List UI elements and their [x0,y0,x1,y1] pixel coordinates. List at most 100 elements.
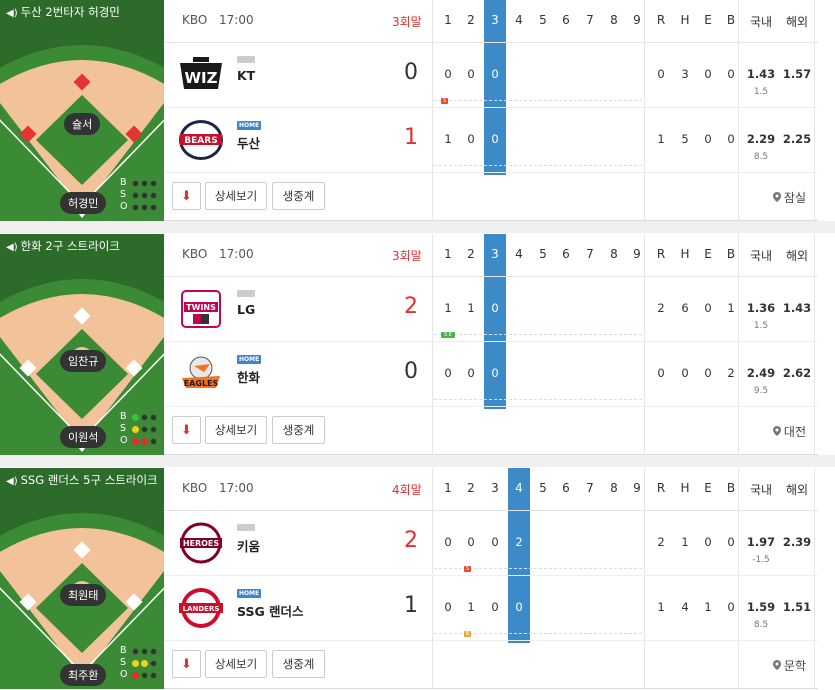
batter-name: 허경민 [60,192,107,214]
overseas-odds: 2.39 [782,535,812,549]
expand-arrow-icon[interactable]: ⬇ [172,650,201,678]
location-pin-icon [772,425,781,436]
count-dot [150,413,157,421]
expand-arrow-icon[interactable]: ⬇ [172,182,201,210]
game-card: ◀) 한화 2구 스트라이크 임찬규 이원석 B S O KBO 17:00 3회말 1 2 3 4 5 6 7… [0,234,818,455]
heroes-logo: HEROES [176,521,226,565]
status-text: 두산 2번타자 허경민 [20,5,120,19]
inning-header: 1 [444,247,452,261]
team-name: SSG 랜더스 [237,604,304,619]
count-dot [132,179,139,187]
speaker-icon[interactable]: ◀) [6,474,18,490]
stadium-name: 문학 [783,659,806,673]
inning-score: 0 [444,366,452,380]
card-separator [0,455,835,467]
domestic-odds: 1.97 [746,535,776,549]
team-row: HEROES 키움 2 0 0 0 2 2 1 0 0 1.97 -1.5 2.39 S [164,511,818,576]
stat-b: 0 [727,132,735,146]
team-row: EAGLES HOME 한화 0 0 0 0 0 0 0 2 2.49 9.5 2.62 [164,342,818,407]
bears-logo: BEARS [176,118,226,162]
inning-header: 8 [610,13,618,27]
expand-arrow-icon[interactable]: ⬇ [172,416,201,444]
odds-header: 국내 [749,15,773,29]
count-dot [141,203,148,211]
count-dot [150,659,157,667]
stat-header: B [726,247,736,261]
scoreboard: KBO 17:00 3회말 1 2 3 4 5 6 7 8 9 R H E B 국내 해외 WIZ KT 0 0 0 0 0 3 0… [164,0,818,221]
count-dot [132,437,139,445]
inning-header: 6 [562,247,570,261]
bso-indicator: BSO [120,177,159,213]
game-footer: ⬇ 상세보기 생중계 잠실 [164,174,818,221]
stat-e: 0 [704,67,712,81]
inning-header: 3 [491,13,499,27]
count-dot [132,425,139,433]
odds-header: 국내 [749,483,773,497]
stat-r: 2 [657,535,665,549]
bso-label: O [120,669,128,680]
handicap-value: 9.5 [753,386,769,396]
live-status: ◀) 두산 2번타자 허경민 [6,4,160,22]
stat-header: E [704,13,712,27]
twins-logo: TWINS [176,287,226,331]
stat-h: 4 [681,600,689,614]
league-label: KBO [182,481,208,495]
svg-text:HEROES: HEROES [183,539,220,548]
bso-label: S [120,657,127,668]
speaker-icon[interactable]: ◀) [6,6,18,22]
stat-header: R [656,13,666,27]
count-dot [141,425,148,433]
score-header: KBO 17:00 3회말 1 2 3 4 5 6 7 8 9 R H E B 국내 해외 [164,234,818,277]
detail-button[interactable]: 상세보기 [205,182,267,210]
inning-header: 1 [444,13,452,27]
pitcher-name: 최원태 [60,584,107,606]
bso-label: S [120,189,127,200]
count-dot [132,413,139,421]
detail-button[interactable]: 상세보기 [205,416,267,444]
inning-header: 2 [467,247,475,261]
stat-b: 1 [727,301,735,315]
inning-score: 0 [444,535,452,549]
stat-header: E [704,247,712,261]
stat-header: B [726,481,736,495]
live-stream-button[interactable]: 생중계 [272,650,325,678]
handicap-value: -1.5 [752,555,770,565]
stat-r: 0 [657,67,665,81]
team-score: 1 [404,125,418,150]
stat-e: 1 [704,600,712,614]
inning-score: 0 [444,600,452,614]
odds-header: 해외 [785,483,809,497]
stat-h: 3 [681,67,689,81]
speaker-icon[interactable]: ◀) [6,240,18,256]
stat-e: 0 [704,132,712,146]
bso-label: O [120,435,128,446]
count-dot [150,671,157,679]
away-badge [237,290,255,297]
bso-label: B [120,177,127,188]
inning-status: 4회말 [392,483,422,497]
status-text: 한화 2구 스트라이크 [20,239,120,253]
count-dot [132,191,139,199]
game-card: ◀) 두산 2번타자 허경민 슐서 허경민 B S O KBO 17:00 3회말 1 2 3 4 5 6 7 8… [0,0,818,221]
card-separator [0,221,835,233]
count-dot [132,671,139,679]
svg-text:LANDERS: LANDERS [183,605,220,613]
inning-score: 1 [444,132,452,146]
inning-header: 4 [515,247,523,261]
live-stream-button[interactable]: 생중계 [272,182,325,210]
inning-header: 6 [562,481,570,495]
stat-e: 0 [704,301,712,315]
stat-b: 0 [727,67,735,81]
inning-header: 7 [586,13,594,27]
inning-score: 2 [515,535,523,549]
live-stream-button[interactable]: 생중계 [272,416,325,444]
inning-score: 0 [467,366,475,380]
team-name: LG [237,302,256,317]
inning-score: 0 [444,67,452,81]
stat-header: H [680,481,690,495]
inning-score: 0 [491,600,499,614]
detail-button[interactable]: 상세보기 [205,650,267,678]
inning-header: 9 [633,481,641,495]
inning-score: 0 [491,132,499,146]
stadium: 잠실 [772,189,806,206]
